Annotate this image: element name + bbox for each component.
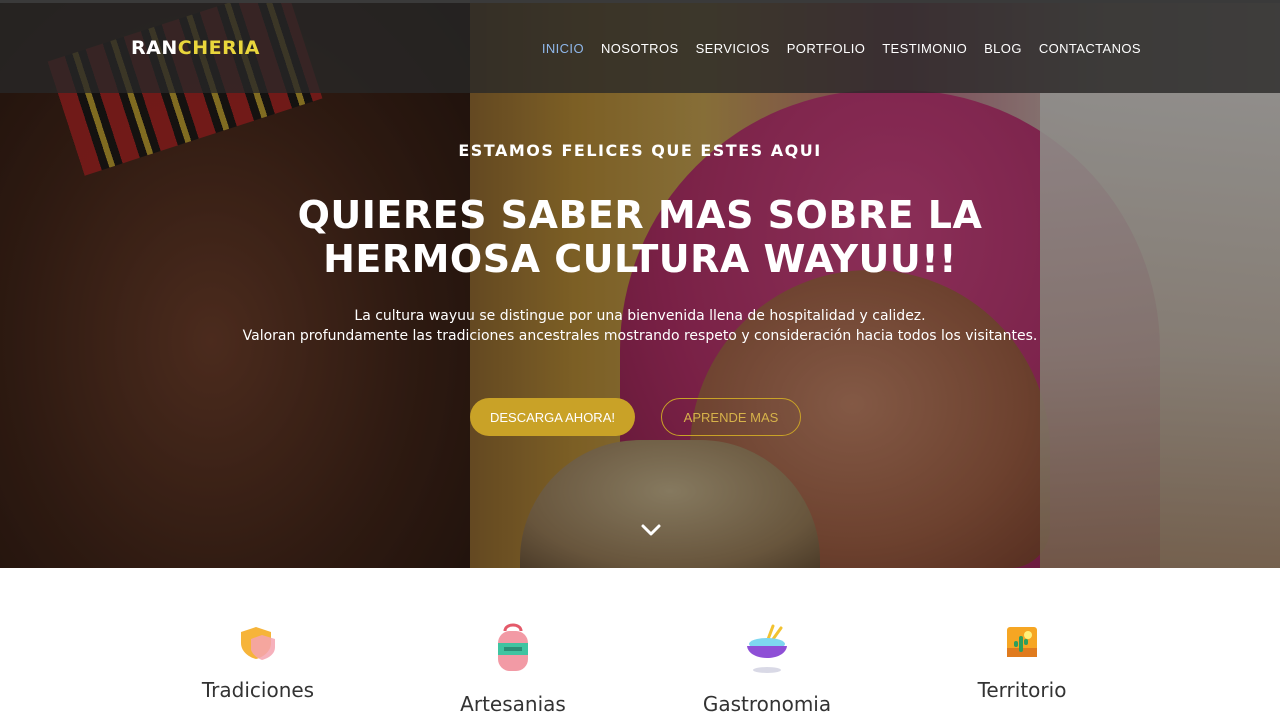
hero-section: RANCHERIA INICIO NOSOTROS SERVICIOS PORT… xyxy=(0,0,1280,568)
learn-more-button[interactable]: APRENDE MAS xyxy=(661,398,801,436)
download-button[interactable]: DESCARGA AHORA! xyxy=(470,398,635,436)
feature-territorio[interactable]: Territorio xyxy=(902,568,1142,727)
nav-item-portfolio[interactable]: PORTFOLIO xyxy=(787,41,865,56)
features-section: Tradiciones Artesanias Gastronomia Terri… xyxy=(0,568,1280,727)
chevron-down-icon[interactable] xyxy=(640,522,662,538)
feature-artesanias[interactable]: Artesanias xyxy=(393,568,633,727)
brand-logo-part1: RAN xyxy=(131,37,178,59)
nav-item-contactanos[interactable]: CONTACTANOS xyxy=(1039,41,1141,56)
main-nav: INICIO NOSOTROS SERVICIOS PORTFOLIO TEST… xyxy=(542,41,1141,56)
hero-headline: QUIERES SABER MAS SOBRE LA HERMOSA CULTU… xyxy=(297,193,983,281)
nav-item-servicios[interactable]: SERVICIOS xyxy=(696,41,770,56)
feature-title: Territorio xyxy=(977,678,1067,702)
feature-title: Gastronomia xyxy=(702,692,832,716)
brand-logo[interactable]: RANCHERIA xyxy=(131,37,260,59)
hero-eyebrow: ESTAMOS FELICES QUE ESTES AQUI xyxy=(458,141,822,160)
feature-title: Tradiciones xyxy=(201,678,315,702)
shield-icon xyxy=(238,623,278,668)
nav-item-blog[interactable]: BLOG xyxy=(984,41,1022,56)
top-navbar: RANCHERIA INICIO NOSOTROS SERVICIOS PORT… xyxy=(0,0,1280,93)
nav-item-inicio[interactable]: INICIO xyxy=(542,41,584,56)
feature-tradiciones[interactable]: Tradiciones xyxy=(138,568,378,727)
nav-item-testimonio[interactable]: TESTIMONIO xyxy=(882,41,967,56)
bowl-icon xyxy=(745,624,789,681)
feature-gastronomia[interactable]: Gastronomia xyxy=(647,568,887,727)
nav-item-nosotros[interactable]: NOSOTROS xyxy=(601,41,679,56)
feature-title: Artesanias xyxy=(460,692,566,716)
hero-lead: La cultura wayuu se distingue por una bi… xyxy=(140,306,1140,346)
brand-logo-part2: CHERIA xyxy=(177,37,260,59)
bag-icon xyxy=(496,621,530,682)
hero-lead-line-2: Valoran profundamente las tradiciones an… xyxy=(242,328,1038,344)
landscape-icon xyxy=(1006,626,1038,663)
hero-lead-line-1: La cultura wayuu se distingue por una bi… xyxy=(354,308,926,324)
